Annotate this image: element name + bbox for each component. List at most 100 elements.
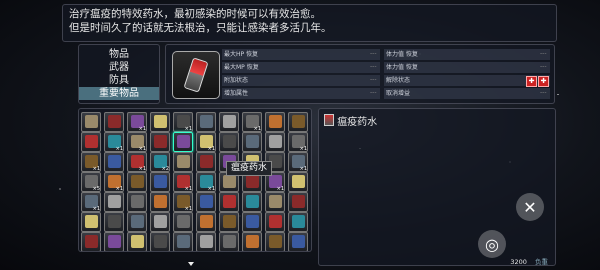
inventory-slot[interactable]: [265, 232, 285, 251]
inventory-slot[interactable]: [219, 232, 239, 251]
inventory-slot[interactable]: [81, 232, 101, 251]
inventory-slot[interactable]: [242, 192, 262, 212]
inventory-slot[interactable]: [219, 132, 239, 152]
inventory-slot[interactable]: ×1: [242, 112, 262, 132]
inventory-slot[interactable]: [127, 232, 147, 251]
inventory-slot[interactable]: [288, 172, 308, 192]
inventory-slot[interactable]: ×1: [104, 132, 124, 152]
stat-add-attribute: 增加属性: [224, 90, 249, 97]
item-description-panel: 治疗瘟疫的特效药水，最初感染的时候可以有效治愈。 但是时间久了的话就无法根治，只…: [62, 4, 557, 42]
inventory-slot[interactable]: ×2: [150, 152, 170, 172]
item-detail-panel: 最大HP 恢复 最大MP 恢复 附加状态 增加属性 --- --- --- --…: [165, 44, 555, 104]
inventory-slot[interactable]: [288, 232, 308, 251]
inventory-slot[interactable]: ×1: [127, 132, 147, 152]
stat-remove-status: 解除状态: [386, 77, 411, 84]
weight-indicator: 3200 负重: [510, 256, 548, 266]
item-icon: [200, 195, 213, 208]
stat-placeholder: ---: [540, 89, 547, 96]
inventory-slot[interactable]: [196, 192, 216, 212]
inventory-slot[interactable]: [150, 172, 170, 192]
inventory-slot[interactable]: ×1: [81, 152, 101, 172]
status-cross-icon: ✚: [526, 76, 537, 87]
inventory-slot[interactable]: ×1: [81, 192, 101, 212]
inventory-grid: ×1×1×1×1×1×1×1×1×1×2×1×1×5×1×1×1×1×1×1: [78, 108, 312, 252]
inventory-slot[interactable]: [242, 232, 262, 251]
inventory-slot[interactable]: [150, 192, 170, 212]
inventory-slot[interactable]: [81, 132, 101, 152]
action-button[interactable]: ◎: [478, 230, 506, 258]
inventory-slot[interactable]: ×1: [196, 132, 216, 152]
item-icon: [177, 235, 190, 248]
item-icon: [223, 215, 236, 228]
inventory-slot[interactable]: [265, 192, 285, 212]
category-key-items[interactable]: 重要物品: [79, 87, 159, 100]
scroll-down-arrow-icon[interactable]: [188, 262, 194, 266]
close-button[interactable]: ✕: [516, 193, 544, 221]
item-icon: [269, 215, 282, 228]
inventory-slot[interactable]: ×1: [288, 152, 308, 172]
item-icon: [223, 135, 236, 148]
inventory-slot[interactable]: [104, 112, 124, 132]
stat-stamina-recovery: 体力值 恢复: [386, 51, 418, 58]
inventory-slot[interactable]: [81, 112, 101, 132]
inventory-slot[interactable]: [173, 212, 193, 232]
inventory-slot[interactable]: ×5: [81, 172, 101, 192]
category-items[interactable]: 物品: [79, 48, 159, 61]
inventory-slot[interactable]: [242, 132, 262, 152]
item-icon: [85, 235, 98, 248]
stat-placeholder: ---: [370, 63, 377, 70]
inventory-slot[interactable]: ×1: [127, 152, 147, 172]
inventory-slot[interactable]: [150, 112, 170, 132]
inventory-slot[interactable]: [104, 212, 124, 232]
inventory-slot[interactable]: [173, 152, 193, 172]
category-armor[interactable]: 防具: [79, 74, 159, 87]
inventory-slot[interactable]: [150, 212, 170, 232]
description-line-1: 治疗瘟疫的特效药水，最初感染的时候可以有效治愈。: [69, 8, 321, 20]
inventory-slot[interactable]: [127, 192, 147, 212]
item-icon: [177, 215, 190, 228]
stat-cancel-buff: 取消增益: [386, 90, 411, 97]
inventory-slot[interactable]: [265, 132, 285, 152]
inventory-slot[interactable]: ×1: [288, 132, 308, 152]
inventory-slot[interactable]: [265, 112, 285, 132]
inventory-slot[interactable]: ×1: [173, 112, 193, 132]
weight-label: 负重: [535, 258, 548, 266]
inventory-slot[interactable]: ×1: [173, 192, 193, 212]
inventory-slot[interactable]: [104, 152, 124, 172]
inventory-slot[interactable]: [173, 232, 193, 251]
stat-placeholder: ---: [540, 63, 547, 70]
inventory-slot[interactable]: [265, 212, 285, 232]
inventory-slot[interactable]: ×1: [104, 172, 124, 192]
inventory-slot[interactable]: ×1: [196, 172, 216, 192]
selected-item-panel: 瘟疫药水: [318, 108, 556, 266]
inventory-slot[interactable]: [196, 232, 216, 251]
inventory-slot[interactable]: ×1: [127, 112, 147, 132]
item-icon: [154, 115, 167, 128]
inventory-slot[interactable]: [196, 112, 216, 132]
inventory-slot[interactable]: [104, 232, 124, 251]
inventory-slot[interactable]: [219, 212, 239, 232]
inventory-slot[interactable]: [196, 152, 216, 172]
inventory-slot[interactable]: [288, 112, 308, 132]
item-icon: [200, 115, 213, 128]
inventory-slot[interactable]: ×1: [173, 172, 193, 192]
potion-icon: [324, 114, 334, 126]
item-icon: [223, 115, 236, 128]
inventory-slot[interactable]: [104, 192, 124, 212]
inventory-slot[interactable]: [288, 192, 308, 212]
inventory-slot[interactable]: [127, 172, 147, 192]
inventory-slot[interactable]: [127, 212, 147, 232]
category-weapons[interactable]: 武器: [79, 61, 159, 74]
inventory-slot[interactable]: [219, 112, 239, 132]
inventory-slot[interactable]: [196, 212, 216, 232]
inventory-slot[interactable]: [173, 132, 193, 152]
inventory-slot[interactable]: [150, 132, 170, 152]
inventory-slot[interactable]: [288, 212, 308, 232]
inventory-slot[interactable]: [150, 232, 170, 251]
inventory-slot[interactable]: [81, 212, 101, 232]
inventory-slot[interactable]: [242, 212, 262, 232]
item-icon: [177, 155, 190, 168]
inventory-slot[interactable]: [219, 192, 239, 212]
item-icon: [154, 215, 167, 228]
selected-item-label: 瘟疫药水: [337, 117, 378, 128]
